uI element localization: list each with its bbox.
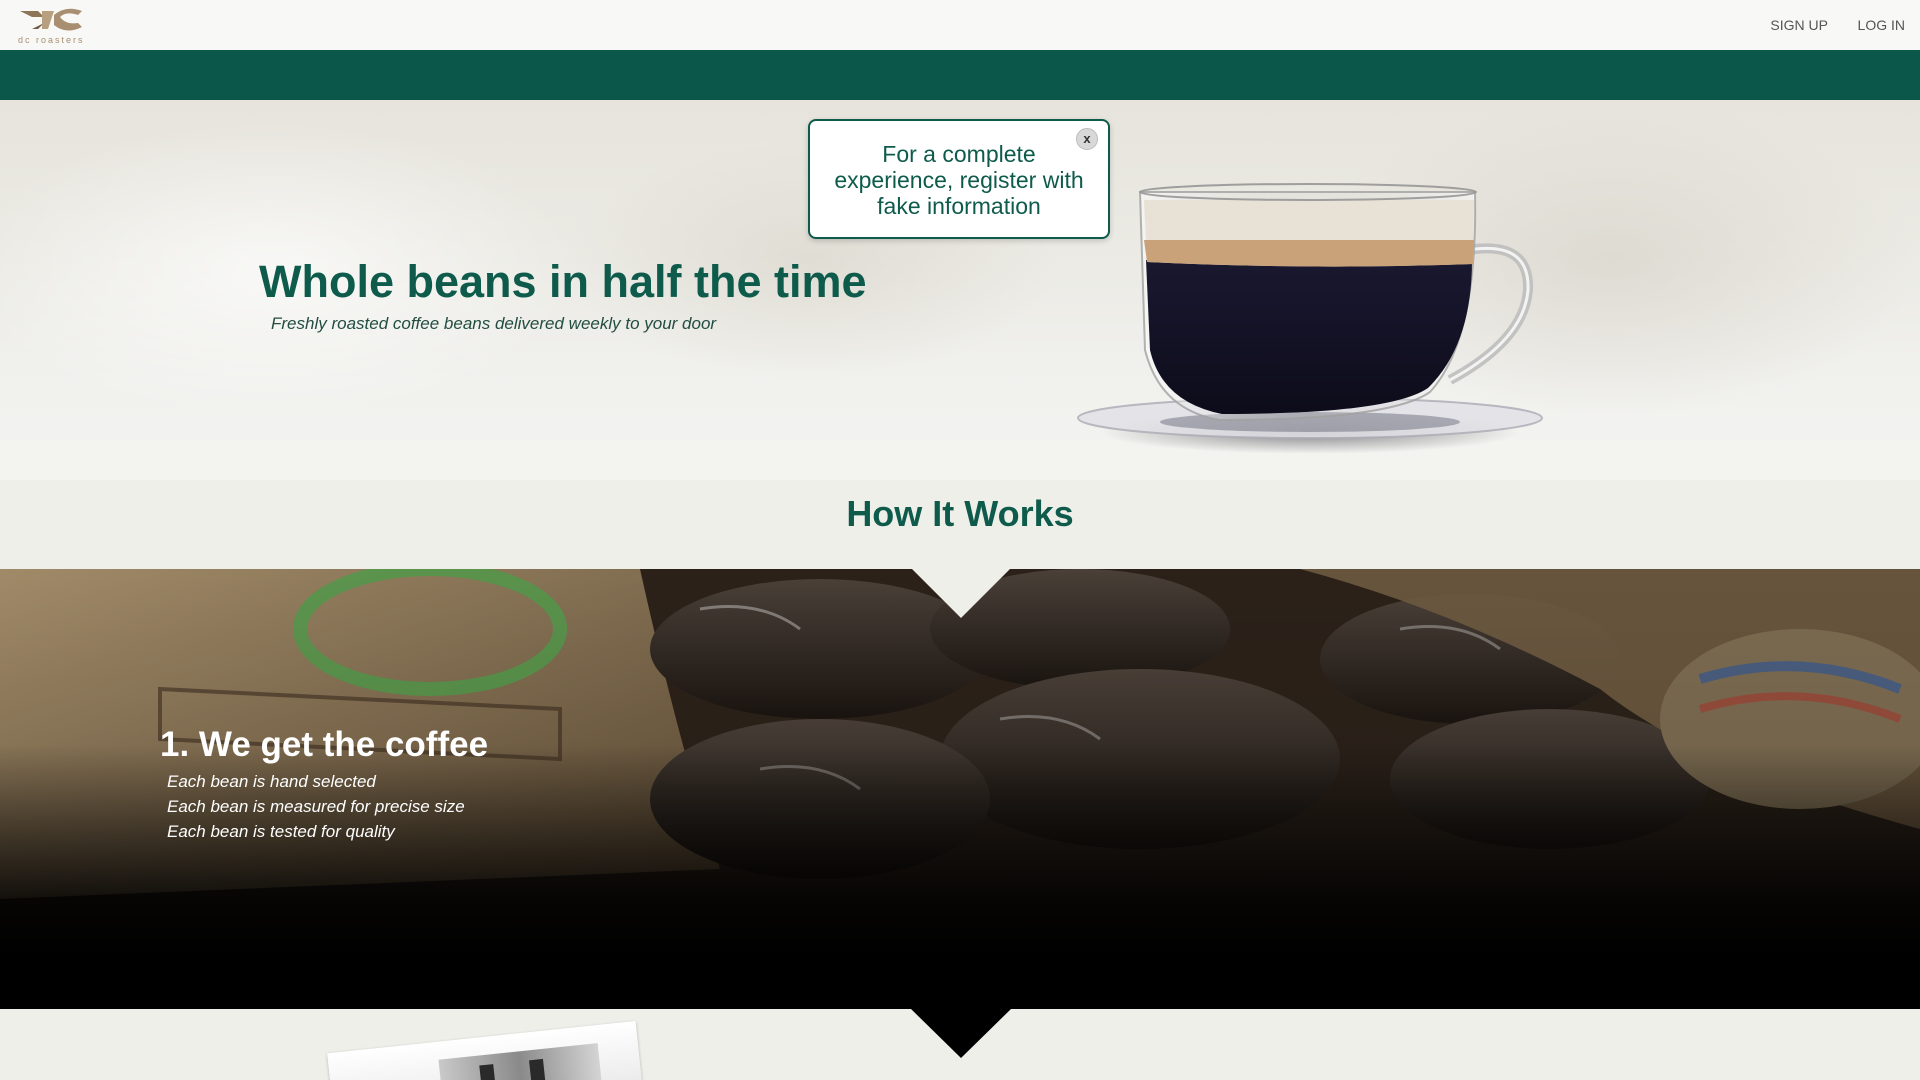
green-banner-bar xyxy=(0,50,1920,100)
logo-text: dc roasters xyxy=(18,35,85,45)
hero-title: Whole beans in half the time xyxy=(259,256,867,307)
step-one-detail: Each bean is tested for quality xyxy=(167,822,395,841)
sign-up-link[interactable]: SIGN UP xyxy=(1770,17,1828,33)
how-it-works-heading: How It Works xyxy=(846,493,1074,534)
coffee-cup-image xyxy=(1077,183,1543,454)
log-in-link[interactable]: LOG IN xyxy=(1858,17,1905,33)
step-one-title: 1. We get the coffee xyxy=(160,725,489,764)
photo-building xyxy=(438,1043,604,1080)
hero-subtitle: Freshly roasted coffee beans delivered w… xyxy=(271,314,717,333)
top-navbar: dc roasters SIGN UP LOG IN xyxy=(0,0,1920,50)
step-one-detail: Each bean is measured for precise size xyxy=(167,797,465,816)
roastery-photo xyxy=(327,1020,643,1080)
section-notch xyxy=(911,1009,1011,1058)
section-notch xyxy=(911,569,1011,618)
hero-table-surface xyxy=(0,400,1920,480)
next-section xyxy=(0,1009,1920,1080)
popup-message: For a complete experience, register with… xyxy=(834,141,1084,219)
step-one-section: 1. We get the coffee Each bean is hand s… xyxy=(0,569,1920,1009)
register-notice-popup: x For a complete experience, register wi… xyxy=(808,119,1110,239)
step-one-detail: Each bean is hand selected xyxy=(167,772,376,791)
